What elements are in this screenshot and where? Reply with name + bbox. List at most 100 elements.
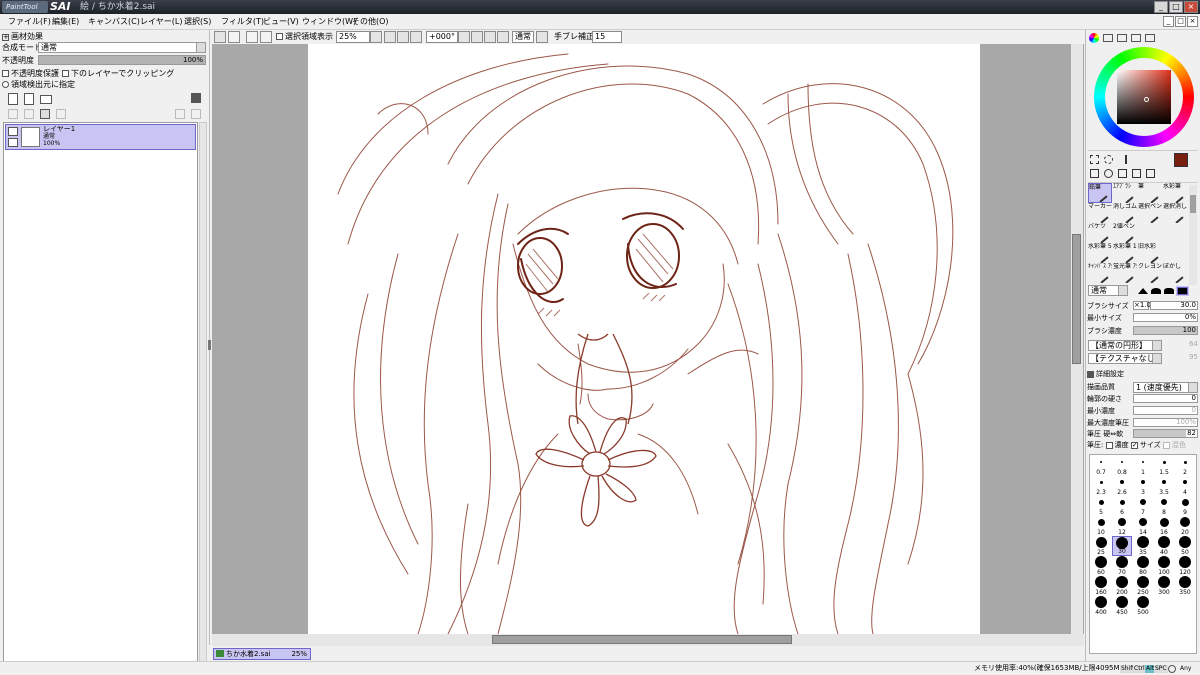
opacity-slider[interactable]: 100% — [38, 55, 206, 65]
pressure-blend-checkbox[interactable] — [1162, 441, 1170, 449]
swatch-icon[interactable] — [1131, 34, 1141, 42]
horizontal-scroll-thumb[interactable] — [492, 635, 792, 644]
rotate-left-icon[interactable] — [471, 31, 483, 43]
selection-source-radio[interactable] — [2, 81, 9, 88]
pen-icon[interactable] — [8, 138, 18, 147]
min-density-value[interactable]: 0 — [1133, 406, 1198, 415]
brush-size-swatch[interactable]: 3.5 — [1154, 476, 1174, 496]
rotate-tool-icon[interactable] — [1118, 169, 1127, 178]
pressure-size-checkbox[interactable]: ✓ — [1130, 441, 1138, 449]
brush-size-swatch[interactable]: 450 — [1112, 596, 1132, 616]
brush-tool-slot[interactable]: バケツ — [1088, 223, 1112, 243]
brush-size-swatch[interactable]: 25 — [1091, 536, 1111, 556]
tool-mode-select[interactable]: 通常 — [1088, 285, 1128, 296]
eye-icon[interactable] — [8, 127, 18, 136]
brush-size-swatch[interactable]: 300 — [1154, 576, 1174, 596]
layer-options-icon[interactable] — [191, 93, 201, 103]
color-picker-cursor[interactable] — [1144, 97, 1149, 102]
brush-size-swatch[interactable]: 50 — [1175, 536, 1195, 556]
zoom-in-icon[interactable] — [397, 31, 409, 43]
menu-view[interactable]: ビュー(V) — [263, 16, 299, 27]
rotate-right-icon[interactable] — [484, 31, 496, 43]
brush-size-swatch[interactable]: 12 — [1112, 516, 1132, 536]
vertical-scroll-thumb[interactable] — [1072, 234, 1081, 364]
brush-tool-slot[interactable]: 消しゴム — [1113, 203, 1137, 223]
add-mask-icon[interactable] — [175, 109, 185, 119]
brush-size-multiplier[interactable]: ×1.0 — [1133, 301, 1151, 310]
brush-texture-strength[interactable]: 95 — [1166, 353, 1198, 364]
brush-size-swatch[interactable]: 2.3 — [1091, 476, 1111, 496]
brush-size-swatch[interactable]: 0.8 — [1112, 456, 1132, 476]
show-selection-checkbox[interactable] — [276, 33, 283, 40]
brush-size-swatch[interactable]: 2.6 — [1112, 476, 1132, 496]
brush-size-swatch[interactable]: 14 — [1133, 516, 1153, 536]
brush-tool-slot[interactable]: 選択ペン — [1138, 203, 1162, 223]
menu-edit[interactable]: 編集(E) — [52, 16, 79, 27]
flip-icon[interactable] — [536, 31, 548, 43]
undo-icon[interactable] — [214, 31, 226, 43]
hue-ring[interactable] — [1094, 47, 1194, 147]
brush-tool-slot[interactable]: 2値ペン — [1113, 223, 1137, 243]
menu-file[interactable]: ファイル(F) — [8, 16, 51, 27]
menu-canvas[interactable]: キャンバス(C) — [88, 16, 140, 27]
delete-layer-icon[interactable] — [56, 109, 66, 119]
edge-hardness-value[interactable]: 0 — [1133, 394, 1198, 403]
pressure-density-checkbox[interactable] — [1105, 441, 1113, 449]
brush-density-value[interactable]: 100 — [1133, 326, 1198, 335]
color-wheel-icon[interactable] — [1089, 33, 1099, 43]
zoom-reset-icon[interactable] — [410, 31, 422, 43]
layer-scrollbar[interactable] — [199, 122, 207, 670]
max-pressure-value[interactable]: 100% — [1133, 418, 1198, 427]
redo-icon[interactable] — [228, 31, 240, 43]
canvas-horizontal-scrollbar[interactable] — [212, 634, 1084, 646]
rotate-reset-icon[interactable] — [497, 31, 509, 43]
edge-shape-mid-icon[interactable] — [1151, 288, 1161, 294]
transfer-down-icon[interactable] — [8, 109, 18, 119]
brush-tool-slot[interactable]: 旧水彩 — [1138, 243, 1162, 263]
brush-size-swatch[interactable]: 40 — [1154, 536, 1174, 556]
menu-filter[interactable]: フィルタ(T) — [221, 16, 264, 27]
new-layer-icon[interactable] — [8, 93, 18, 105]
brush-shape-strength[interactable]: 64 — [1166, 340, 1198, 351]
brush-tool-slot[interactable]: クレヨン — [1138, 263, 1162, 283]
brush-tool-slot[interactable]: 水彩筆 — [1163, 183, 1187, 203]
brush-tool-slot[interactable]: ｷｬﾝﾊﾞｽ ｱｸﾘﾙ — [1088, 263, 1112, 283]
quality-select[interactable]: 1 (速度優先) — [1133, 382, 1198, 393]
magic-wand-icon[interactable] — [1118, 155, 1127, 164]
new-linework-layer-icon[interactable] — [24, 93, 34, 105]
brush-tool-slot[interactable]: 鉛筆 — [1088, 183, 1112, 203]
brush-size-swatch[interactable]: 6 — [1112, 496, 1132, 516]
brush-tool-slot[interactable]: 筆 — [1138, 183, 1162, 203]
canvas-paper[interactable] — [308, 44, 980, 634]
min-size-value[interactable]: 0% — [1133, 313, 1198, 322]
brush-tool-slot[interactable]: 蛍光筆 ｱｸﾘﾙ — [1113, 263, 1137, 283]
brush-size-swatch[interactable]: 5 — [1091, 496, 1111, 516]
brush-tool-slot[interactable]: 水彩筆 5鋭 — [1088, 243, 1112, 263]
mdi-maximize-button[interactable]: □ — [1175, 16, 1186, 27]
apply-mask-icon[interactable] — [191, 109, 201, 119]
brush-tool-slot[interactable]: ぼかし — [1163, 263, 1187, 283]
lasso-icon[interactable] — [1104, 155, 1113, 164]
zoom-tool-icon[interactable] — [1104, 169, 1113, 178]
zoom-out-icon[interactable] — [384, 31, 396, 43]
brush-size-swatch[interactable]: 120 — [1175, 556, 1195, 576]
panel-splitter[interactable] — [208, 340, 211, 350]
rotation-dropdown-icon[interactable] — [458, 31, 470, 43]
brush-size-swatch[interactable]: 16 — [1154, 516, 1174, 536]
brush-size-swatch[interactable]: 80 — [1133, 556, 1153, 576]
menu-other[interactable]: その他(O) — [352, 16, 389, 27]
brush-tool-slot[interactable]: ｴｱﾌﾞﾗｼ — [1113, 183, 1137, 203]
brush-tool-slot[interactable] — [1138, 223, 1162, 243]
brush-size-swatch[interactable]: 60 — [1091, 556, 1111, 576]
brush-size-swatch[interactable]: 10 — [1091, 516, 1111, 536]
brush-tool-slot[interactable]: 水彩筆 10鋭 — [1113, 243, 1137, 263]
canvas-vertical-scrollbar[interactable] — [1071, 44, 1083, 634]
layer-row[interactable]: レイヤー1 通常 100% — [5, 124, 196, 150]
document-tab[interactable]: ちか水着2.sai 25% — [213, 648, 311, 660]
brush-size-swatch[interactable]: 20 — [1175, 516, 1195, 536]
menu-select[interactable]: 選択(S) — [184, 16, 211, 27]
brush-size-swatch[interactable]: 160 — [1091, 576, 1111, 596]
canvas-area[interactable] — [212, 44, 1084, 634]
brush-size-swatch[interactable]: 3 — [1133, 476, 1153, 496]
brush-size-swatch[interactable]: 1 — [1133, 456, 1153, 476]
